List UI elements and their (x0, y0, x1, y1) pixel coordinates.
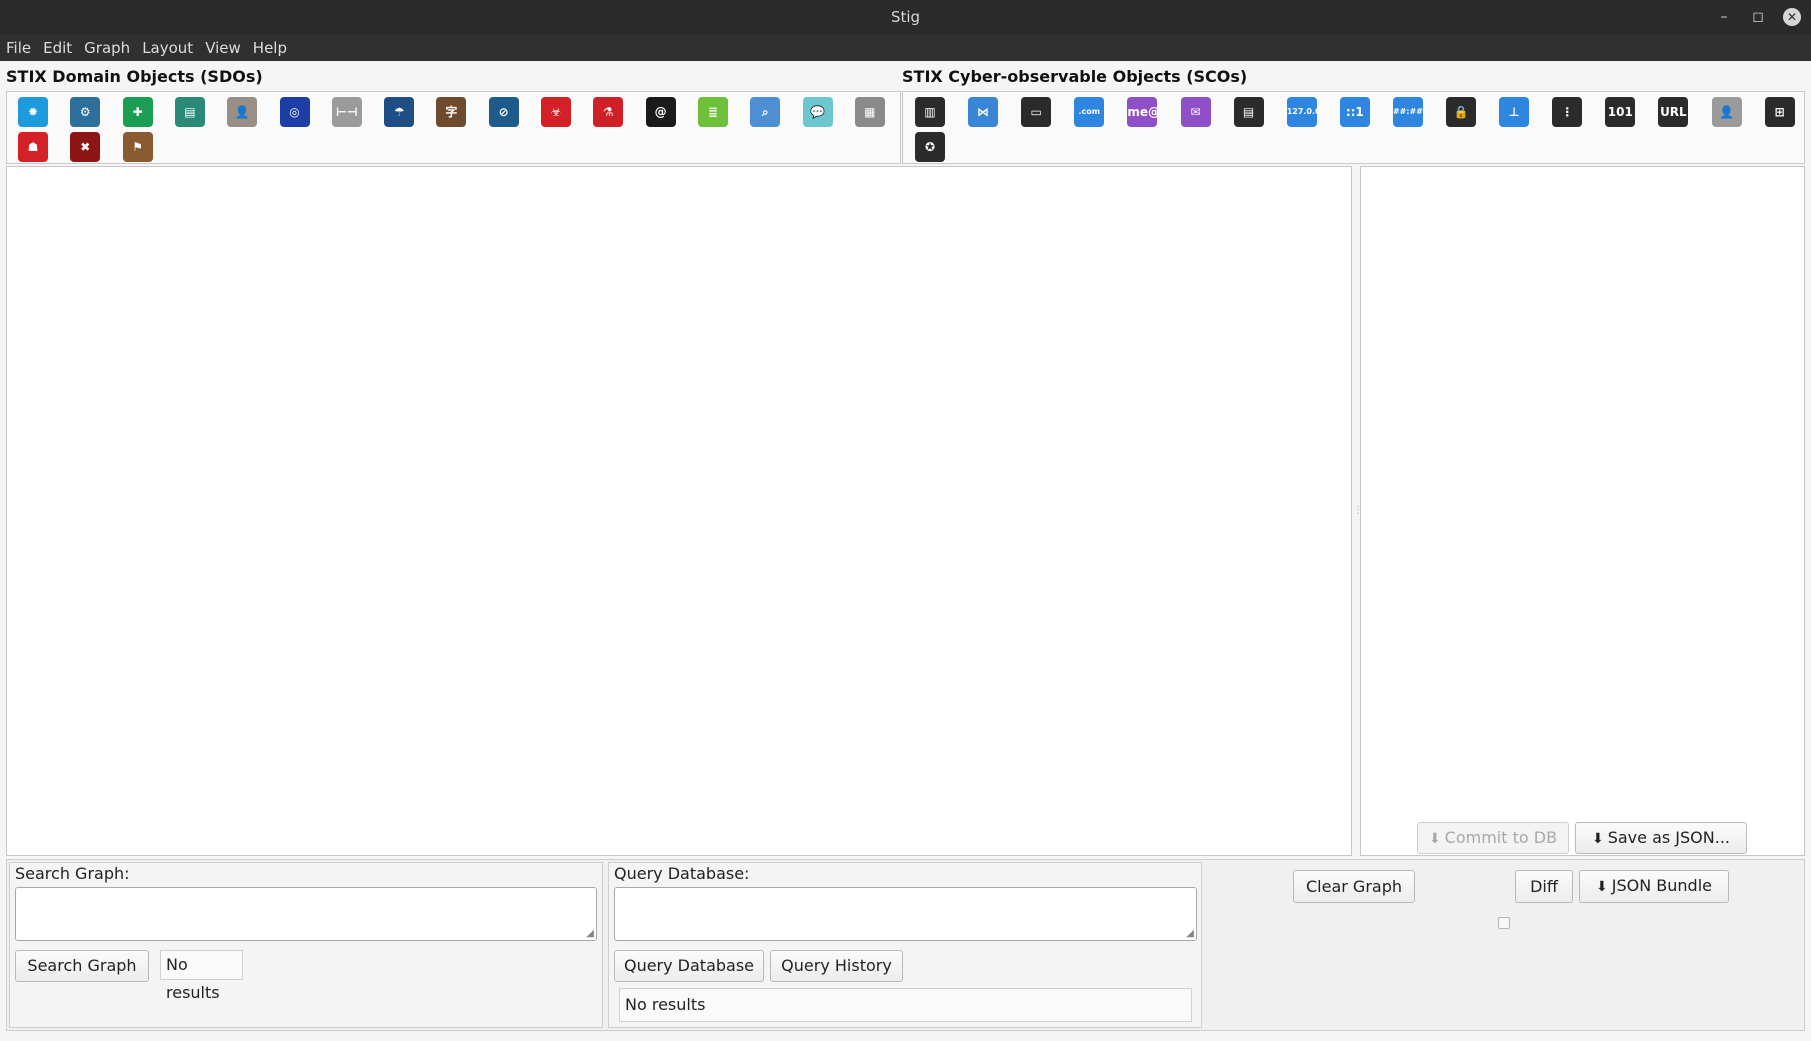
location-icon[interactable]: ⊘ (488, 97, 519, 127)
json-bundle-label: JSON Bundle (1611, 876, 1712, 895)
attack-pattern-icon[interactable]: ✹ (18, 97, 48, 127)
mac-addr-icon[interactable]: ##:## (1392, 97, 1423, 127)
process-icon[interactable]: ⋮ (1552, 97, 1583, 127)
grouping-icon[interactable]: ▤ (174, 97, 205, 127)
menu-view[interactable]: View (199, 35, 247, 57)
infrastructure-icon[interactable]: ⊢⊣ (331, 97, 362, 127)
autonomous-system-icon[interactable]: ⋈ (968, 97, 999, 127)
domain-name-icon[interactable]: .com (1074, 97, 1105, 127)
report-icon[interactable]: 💬 (802, 97, 833, 127)
close-button[interactable]: ✕ (1783, 8, 1801, 26)
artifact-icon[interactable]: ▥ (915, 97, 945, 127)
malware-icon[interactable]: ☣ (541, 97, 571, 127)
note-icon[interactable]: @ (645, 97, 676, 127)
indicator-icon[interactable]: ◎ (279, 97, 310, 127)
vulnerability-icon[interactable]: ✖ (70, 132, 101, 162)
course-of-action-icon[interactable]: ✚ (122, 97, 153, 127)
network-traffic-icon[interactable]: ⊥ (1499, 97, 1530, 127)
email-addr-icon[interactable]: me@ (1127, 97, 1158, 127)
campaign-icon[interactable]: ⚙ (70, 97, 101, 127)
tool-icon[interactable]: ☗ (18, 132, 48, 162)
search-results: No results (160, 950, 243, 1002)
splitter-handle[interactable]: ⋮ (1353, 505, 1363, 519)
sco-toolbar: ▥ ⋈ ▭ .com me@ ✉ ▤ 127.0.0.1::1 ##:## 🔒 ⊥ ⋮ 101 URL 👤 ⊞… (902, 91, 1805, 164)
menu-bar: File Edit Graph Layout View Help (0, 35, 1811, 61)
malware-analysis-icon[interactable]: ⚗ (593, 97, 624, 127)
search-graph-label: Search Graph: (15, 864, 130, 883)
identity-icon[interactable]: 👤 (227, 97, 258, 127)
user-account-icon[interactable]: 👤 (1711, 97, 1742, 127)
threat-actor-icon[interactable]: ▦ (854, 97, 885, 127)
sco-heading: STIX Cyber-observable Objects (SCOs) (902, 67, 1248, 86)
query-database-input[interactable]: ◢ (614, 887, 1197, 941)
menu-file[interactable]: File (0, 35, 37, 57)
sdo-heading: STIX Domain Objects (SDOs) (6, 67, 263, 86)
minimize-button[interactable]: – (1713, 6, 1735, 28)
directory-icon[interactable]: ▭ (1021, 97, 1052, 127)
menu-help[interactable]: Help (247, 35, 293, 57)
x509-certificate-icon[interactable]: ✪ (915, 132, 945, 162)
email-message-icon[interactable]: ✉ (1180, 97, 1211, 127)
save-as-json-button[interactable]: ⬇ Save as JSON... (1575, 822, 1747, 854)
window-title: Stig (890, 8, 921, 26)
query-database-button[interactable]: Query Database (614, 950, 764, 982)
diff-button[interactable]: Diff (1515, 870, 1573, 903)
download-icon: ⬇ (1596, 879, 1608, 895)
graph-canvas[interactable] (6, 166, 1352, 856)
save-as-json-label: Save as JSON... (1607, 828, 1730, 847)
search-graph-input[interactable]: ◢ (15, 887, 597, 941)
software-icon[interactable]: 101 (1605, 97, 1636, 127)
maximize-button[interactable]: ◻ (1747, 6, 1769, 28)
intrusion-set-icon[interactable]: ☂ (384, 97, 415, 127)
object-editor-panel[interactable] (1360, 166, 1805, 856)
sdo-toolbar: ✹ ⚙ ✚ ▤ 👤 ◎ ⊢⊣ ☂ 字 ⊘ ☣ ⚗ @ ≣ ⌕ 💬 ▦ ☗ ✖ ⚑ (6, 91, 901, 164)
menu-layout[interactable]: Layout (136, 35, 199, 57)
ipv6-addr-icon[interactable]: ::1 (1339, 97, 1370, 127)
json-bundle-button[interactable]: ⬇ JSON Bundle (1579, 870, 1729, 903)
diff-checkbox[interactable] (1498, 917, 1510, 929)
download-icon: ⬇ (1591, 831, 1604, 847)
commit-to-db-label: Commit to DB (1444, 828, 1558, 847)
sighting-icon[interactable]: ⚑ (122, 132, 153, 162)
query-results: No results (619, 988, 1192, 1022)
url-icon[interactable]: URL (1658, 97, 1689, 127)
window-titlebar: Stig – ◻ ✕ (0, 0, 1811, 35)
query-database-label: Query Database: (614, 864, 750, 883)
query-history-button[interactable]: Query History (770, 950, 903, 982)
language-content-icon[interactable]: 字 (436, 97, 467, 127)
file-icon[interactable]: ▤ (1233, 97, 1264, 127)
resize-handle-icon: ◢ (1186, 928, 1194, 939)
ipv4-addr-icon[interactable]: 127.0.0.1 (1286, 97, 1317, 127)
download-icon: ⬇ (1428, 831, 1441, 847)
search-graph-button[interactable]: Search Graph (15, 950, 149, 982)
opinion-icon[interactable]: ⌕ (750, 97, 781, 127)
menu-edit[interactable]: Edit (37, 35, 78, 57)
resize-handle-icon: ◢ (586, 928, 594, 939)
windows-registry-key-icon[interactable]: ⊞ (1764, 97, 1795, 127)
menu-graph[interactable]: Graph (78, 35, 136, 57)
mutex-icon[interactable]: 🔒 (1446, 97, 1476, 127)
clear-graph-button[interactable]: Clear Graph (1293, 870, 1415, 903)
commit-to-db-button[interactable]: ⬇ Commit to DB (1417, 822, 1569, 854)
observed-data-icon[interactable]: ≣ (697, 97, 728, 127)
